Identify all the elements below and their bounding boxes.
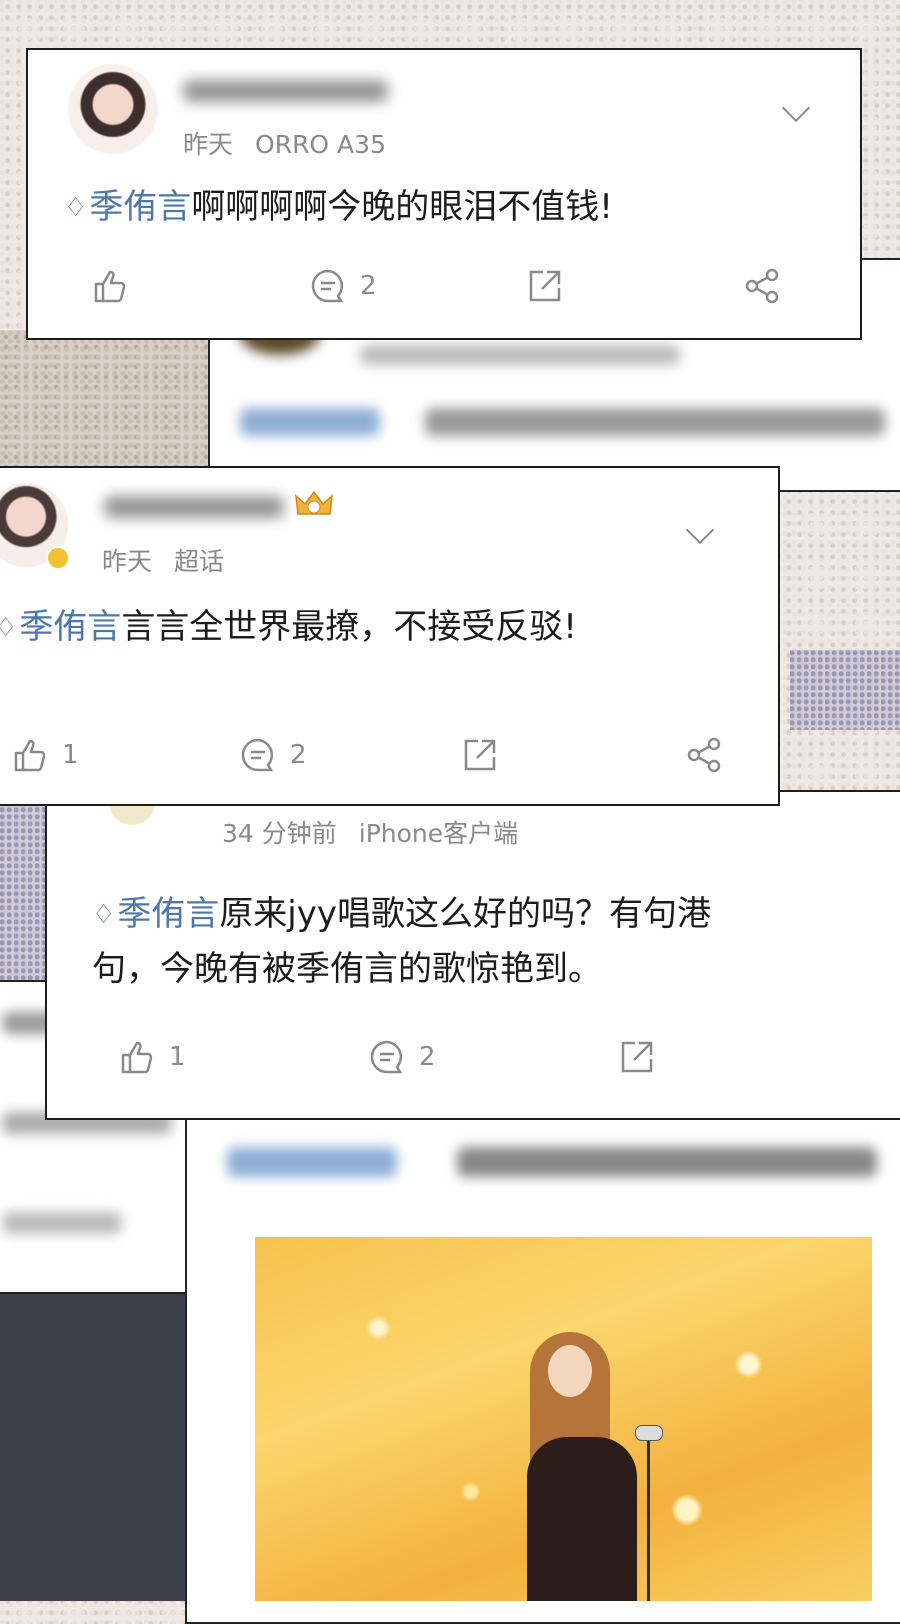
comment-card: 昨天 超话 ♢季侑言言言全世界最撩，不接受反驳! 1 2: [0, 466, 780, 806]
background-texture: [790, 650, 900, 730]
comment-card: 34 分钟前 iPhone客户端 ♢季侑言原来jyy唱歌这么好的吗？有句港 句，今…: [45, 762, 900, 1120]
comment-source: ORRO A35: [255, 130, 386, 159]
comment-count: 2: [419, 1042, 436, 1072]
crown-badge-icon: [295, 490, 333, 515]
comment-text: 啊啊啊啊今晚的眼泪不值钱!: [191, 187, 613, 227]
share-icon: [687, 737, 721, 773]
concert-illustration: [255, 1237, 872, 1601]
topic-tag[interactable]: 季侑言: [89, 187, 191, 227]
comment-icon: [241, 738, 274, 772]
comment-count: 2: [360, 271, 377, 301]
comment-meta: 34 分钟前 iPhone客户端: [222, 814, 518, 850]
share-button[interactable]: [684, 735, 724, 775]
topic-tag[interactable]: 季侑言: [19, 607, 121, 647]
background-texture: [0, 330, 210, 480]
microphone-stand: [647, 1437, 650, 1601]
comment-card: 昨天 ORRO A35 ♢季侑言啊啊啊啊今晚的眼泪不值钱! 2: [26, 48, 862, 340]
comment-button[interactable]: 2: [308, 266, 377, 306]
chevron-down-icon[interactable]: [781, 93, 811, 123]
singer-dress: [527, 1437, 637, 1601]
comment-source: iPhone客户端: [358, 819, 519, 848]
background-dark-panel: [0, 1290, 190, 1601]
comment-meta: 昨天 超话: [102, 542, 224, 578]
comment-time: 34 分钟前: [222, 819, 337, 848]
share-icon: [745, 268, 779, 304]
comment-icon: [370, 1040, 403, 1074]
chevron-down-icon[interactable]: [685, 515, 715, 545]
comment-body: ♢季侑言啊啊啊啊今晚的眼泪不值钱!: [64, 180, 613, 235]
comment-body: ♢季侑言原来jyy唱歌这么好的吗？有句港 句，今晚有被季侑言的歌惊艳到。: [92, 887, 711, 996]
thumbs-up-icon: [121, 1041, 153, 1074]
diamond-icon: ♢: [92, 900, 116, 930]
like-count: 1: [169, 1042, 186, 1072]
comment-time: 昨天: [102, 547, 153, 576]
topic-tag[interactable]: 季侑言: [117, 894, 219, 934]
comment-meta: 昨天 ORRO A35: [183, 125, 386, 161]
comment-source: 超话: [174, 547, 225, 576]
comment-icon: [311, 269, 344, 303]
like-button[interactable]: 1: [117, 1037, 186, 1077]
share-out-icon: [621, 1041, 653, 1073]
comment-text: 言言全世界最撩，不接受反驳!: [121, 607, 577, 647]
share-out-icon: [464, 739, 496, 771]
microphone-icon: [635, 1425, 663, 1441]
comment-time: 昨天: [183, 130, 234, 159]
comment-button[interactable]: 2: [238, 735, 307, 775]
comment-text: 原来jyy唱歌这么好的吗？有句港: [219, 894, 711, 934]
username-blurred: [183, 80, 388, 102]
avatar[interactable]: [68, 64, 158, 154]
thumbs-up-icon: [94, 270, 126, 303]
repost-button[interactable]: [460, 735, 500, 775]
share-out-icon: [529, 270, 561, 302]
comment-count: 2: [290, 740, 307, 770]
comment-text-continued: 句，今晚有被季侑言的歌惊艳到。: [92, 949, 602, 989]
diamond-icon: ♢: [0, 613, 18, 643]
thumbs-up-icon: [14, 739, 46, 772]
repost-button[interactable]: [617, 1037, 657, 1077]
username-blurred: [104, 496, 284, 518]
singer-face: [548, 1345, 592, 1397]
comment-button[interactable]: 2: [367, 1037, 436, 1077]
comment-body: ♢季侑言言言全世界最撩，不接受反驳!: [0, 600, 577, 655]
diamond-icon: ♢: [64, 193, 88, 223]
repost-button[interactable]: [525, 266, 565, 306]
like-button[interactable]: 1: [10, 735, 79, 775]
verified-badge: [46, 546, 70, 570]
share-button[interactable]: [742, 266, 782, 306]
like-button[interactable]: [90, 266, 130, 306]
like-count: 1: [62, 740, 79, 770]
